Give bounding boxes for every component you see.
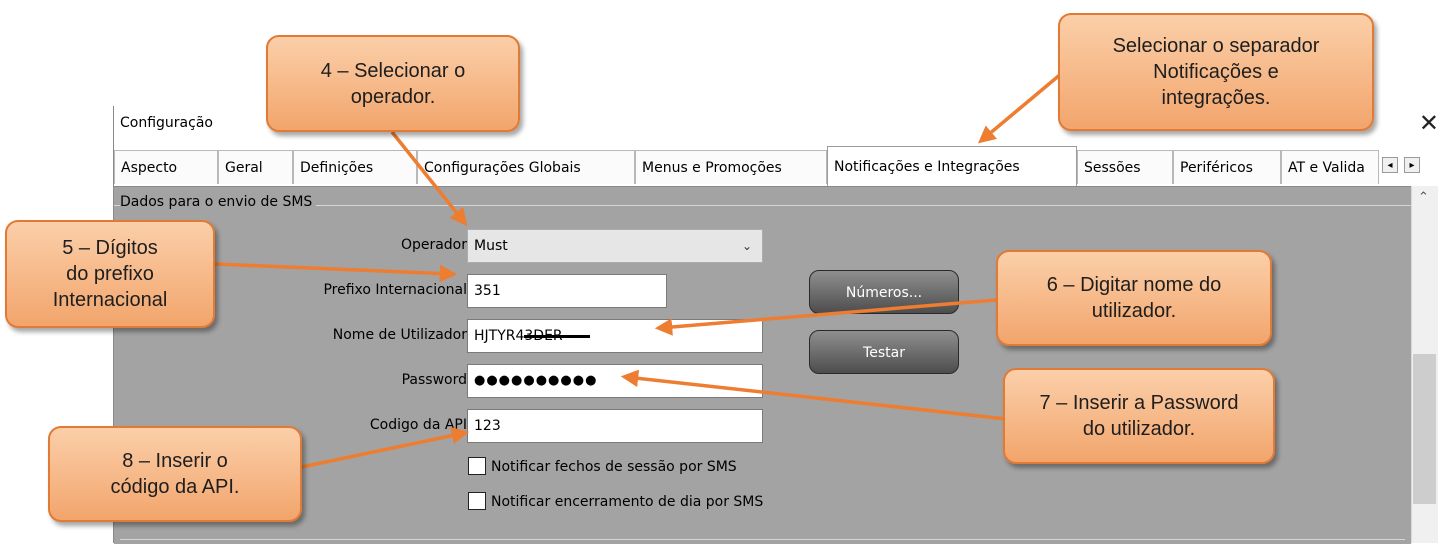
notify-session-close-label: Notificar fechos de sessão por SMS [491,459,737,475]
password-input[interactable]: ●●●●●●●●●● [467,364,763,398]
window-title: Configuração [120,115,213,131]
tab-aspecto[interactable]: Aspecto [114,150,218,184]
tab-scroll-right-icon[interactable]: ▸ [1404,157,1420,173]
operator-select[interactable]: Must ⌄ [467,229,763,263]
numbers-button[interactable]: Números... [809,270,959,314]
tab-menus-promocoes[interactable]: Menus e Promoções [635,150,827,184]
tab-perifericos[interactable]: Periféricos [1173,150,1281,184]
vertical-scrollbar[interactable]: ⌃ [1411,186,1438,543]
scrollbar-thumb[interactable] [1413,354,1436,504]
callout-prefix: 5 – Dígitos do prefixo Internacional [5,220,215,328]
api-code-label: Codigo da API [369,417,467,433]
chevron-down-icon: ⌄ [741,239,752,253]
notify-day-close-checkbox[interactable]: Notificar encerramento de dia por SMS [468,492,763,512]
password-label: Password [401,372,467,388]
redaction-mark [524,335,590,338]
operator-label: Operador [400,237,467,253]
scroll-up-icon[interactable]: ⌃ [1418,190,1429,205]
tab-scroll-left-icon[interactable]: ◂ [1382,157,1398,173]
notify-session-close-checkbox[interactable]: Notificar fechos de sessão por SMS [468,457,737,477]
callout-api-code: 8 – Inserir o código da API. [48,426,302,522]
bottom-divider [120,539,1405,540]
username-label: Nome de Utilizador [332,327,467,343]
tab-geral[interactable]: Geral [218,150,293,184]
prefix-input[interactable]: 351 [467,274,667,308]
callout-select-tab: Selecionar o separador Notificações e in… [1058,13,1374,131]
api-code-input[interactable]: 123 [467,409,763,443]
notify-day-close-label: Notificar encerramento de dia por SMS [491,494,764,510]
operator-value: Must [474,238,508,254]
username-input[interactable]: HJTYR43DER [467,319,763,353]
tab-sessoes[interactable]: Sessões [1077,150,1173,184]
tab-at-validacao[interactable]: AT e Valida [1281,150,1379,184]
tab-configuracoes-globais[interactable]: Configurações Globais [417,150,635,184]
group-title: Dados para o envio de SMS [120,194,317,210]
tab-notificacoes-integracoes[interactable]: Notificações e Integrações [827,146,1077,186]
callout-operator: 4 – Selecionar o operador. [266,35,520,132]
tab-bar: Aspecto Geral Definições Configurações G… [114,144,1452,186]
close-icon[interactable]: ✕ [1419,110,1439,136]
callout-username: 6 – Digitar nome do utilizador. [996,250,1272,346]
checkbox-box[interactable] [468,492,486,510]
prefix-label: Prefixo Internacional [323,282,467,298]
sms-settings-panel: Dados para o envio de SMS Operador Must … [114,186,1411,544]
checkbox-box[interactable] [468,457,486,475]
callout-password: 7 – Inserir a Password do utilizador. [1003,368,1275,464]
tab-definicoes[interactable]: Definições [293,150,417,184]
test-button[interactable]: Testar [809,330,959,374]
